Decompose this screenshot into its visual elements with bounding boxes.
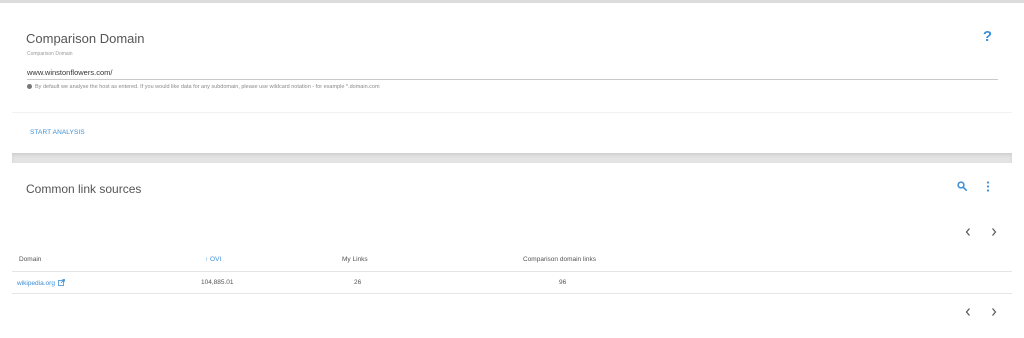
top-divider — [0, 0, 1024, 3]
table-row: wikipedia.org 104,885.01 26 96 — [12, 272, 1012, 294]
help-icon[interactable]: ? — [983, 28, 992, 45]
column-header-domain[interactable]: Domain — [19, 256, 41, 263]
card-divider — [12, 112, 1012, 113]
start-analysis-button[interactable]: START ANALYSIS — [30, 129, 85, 136]
search-icon[interactable] — [957, 181, 967, 191]
hint-label: By default we analyse the host as entere… — [35, 84, 380, 90]
chevron-right-icon[interactable] — [990, 307, 998, 317]
section-separator — [12, 153, 1012, 163]
chevron-left-icon[interactable] — [964, 227, 972, 237]
chevron-left-icon[interactable] — [964, 307, 972, 317]
column-header-ovi[interactable]: ↑ OVI — [205, 256, 221, 263]
comparison-domain-label: Comparison Domain — [27, 51, 73, 57]
column-header-comparison-links[interactable]: Comparison domain links — [523, 256, 596, 263]
section-title: Common link sources — [26, 182, 142, 196]
comparison-domain-input[interactable] — [27, 65, 998, 80]
common-sources-table: Domain ↑ OVI My Links Comparison domain … — [12, 249, 1012, 294]
chevron-right-icon[interactable] — [990, 227, 998, 237]
common-link-sources-card: Common link sources Domain ↑ OVI My Link… — [0, 163, 1024, 338]
my-links-cell: 26 — [354, 279, 362, 286]
column-header-my-links[interactable]: My Links — [342, 256, 368, 263]
ovi-cell: 104,885.01 — [201, 279, 234, 286]
card-title: Comparison Domain — [26, 31, 145, 46]
external-link-icon[interactable] — [58, 279, 65, 286]
more-vert-icon[interactable] — [985, 181, 991, 192]
domain-link[interactable]: wikipedia.org — [17, 279, 65, 287]
domain-link-label[interactable]: wikipedia.org — [17, 280, 55, 287]
hint-text: By default we analyse the host as entere… — [27, 84, 380, 90]
comparison-links-cell: 96 — [559, 279, 567, 286]
info-icon — [27, 84, 32, 89]
comparison-domain-card: Comparison Domain ? Comparison Domain By… — [12, 4, 1012, 154]
table-header: Domain ↑ OVI My Links Comparison domain … — [12, 249, 1012, 272]
